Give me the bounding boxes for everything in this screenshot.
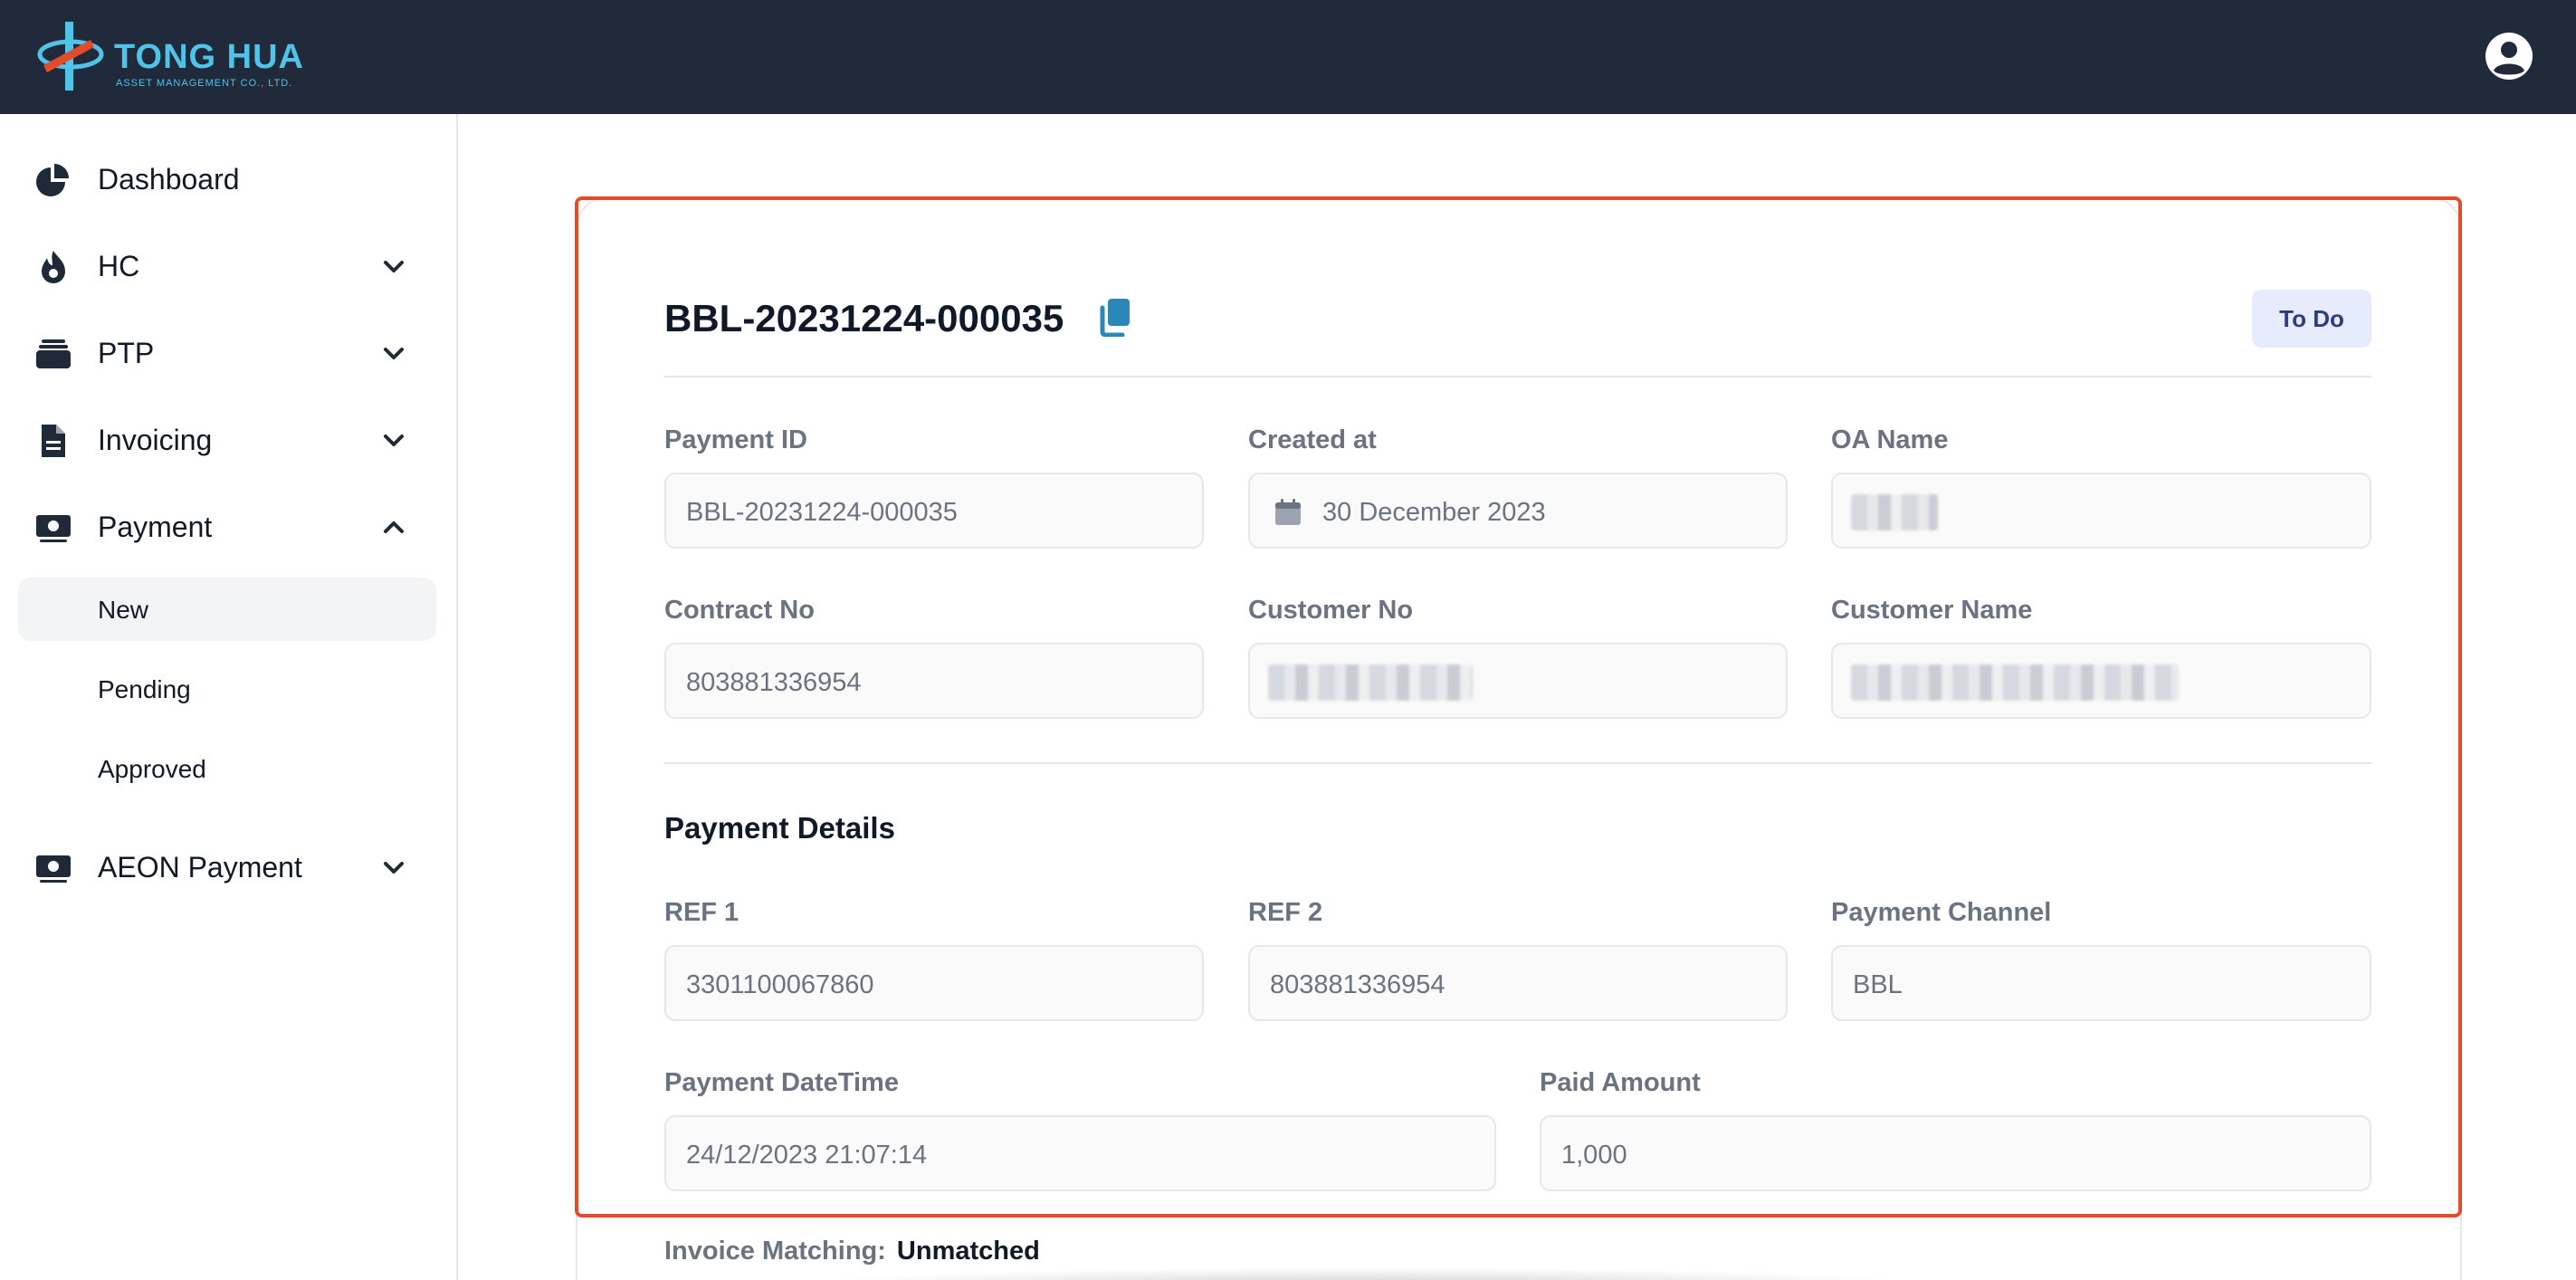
contract-no-label: Contract No: [664, 596, 815, 625]
sidebar-item-payment[interactable]: Payment: [18, 496, 436, 559]
copy-icon[interactable]: [1097, 297, 1133, 337]
status-badge: To Do: [2252, 290, 2371, 348]
payment-id-field[interactable]: BBL-20231224-000035: [664, 473, 1204, 549]
oa-name-label: OA Name: [1831, 425, 1949, 454]
created-at-label: Created at: [1248, 425, 1377, 454]
chevron-up-icon[interactable]: [380, 514, 407, 541]
chevron-down-icon[interactable]: [380, 340, 407, 368]
sidebar-subitem-approved[interactable]: Approved: [18, 737, 436, 800]
sidebar-item-label: Payment: [98, 511, 213, 543]
sidebar-subitem-new[interactable]: New: [18, 578, 436, 641]
sidebar-item-hc[interactable]: HC: [18, 235, 436, 299]
sidebar-item-label: Dashboard: [98, 163, 240, 196]
sidebar-subitem-label: Approved: [98, 755, 206, 783]
brand-tagline: ASSET MANAGEMENT CO., LTD.: [116, 78, 293, 89]
divider: [664, 376, 2371, 377]
payment-datetime-field[interactable]: 24/12/2023 21:07:14: [664, 1115, 1496, 1191]
contract-no-field[interactable]: 803881336954: [664, 643, 1204, 719]
sidebar-subitem-label: New: [98, 596, 149, 624]
chevron-down-icon[interactable]: [380, 855, 407, 882]
ref2-field[interactable]: 803881336954: [1248, 945, 1788, 1021]
created-at-value: 30 December 2023: [1322, 498, 1546, 527]
divider: [664, 762, 2371, 764]
payment-datetime-label: Payment DateTime: [664, 1068, 899, 1097]
sidebar: Dashboard HC PTP Invoicing Payment New P…: [0, 114, 458, 1280]
document-icon: [42, 425, 65, 457]
contract-no-value: 803881336954: [686, 668, 862, 697]
pie-chart-icon: [36, 164, 69, 196]
sidebar-item-aeon-payment[interactable]: AEON Payment: [18, 836, 436, 900]
paid-amount-label: Paid Amount: [1540, 1068, 1701, 1097]
fire-icon: [42, 251, 65, 283]
created-at-field[interactable]: 30 December 2023: [1248, 473, 1788, 549]
brand-name: TONG HUA: [114, 38, 304, 76]
sidebar-item-invoicing[interactable]: Invoicing: [18, 409, 436, 473]
oa-name-field[interactable]: [1831, 473, 2371, 549]
cash-icon: [36, 515, 71, 542]
sidebar-item-label: AEON Payment: [98, 851, 302, 884]
sidebar-item-label: HC: [98, 250, 140, 282]
invoice-matching-value: Unmatched: [896, 1237, 1040, 1266]
sidebar-item-label: Invoicing: [98, 424, 213, 456]
redacted-value: [1851, 664, 2179, 701]
sidebar-item-label: PTP: [98, 337, 155, 369]
top-bar: TONG HUA ASSET MANAGEMENT CO., LTD.: [0, 0, 2576, 114]
calendar-icon: [1275, 499, 1301, 525]
stack-icon: [36, 339, 71, 368]
paid-amount-value: 1,000: [1561, 1141, 1627, 1170]
sidebar-subitem-label: Pending: [98, 675, 191, 703]
chevron-down-icon[interactable]: [380, 253, 407, 281]
payment-channel-value: BBL: [1853, 970, 1903, 999]
sidebar-subitem-pending[interactable]: Pending: [18, 657, 436, 721]
ref1-field[interactable]: 3301100067860: [664, 945, 1204, 1021]
customer-no-field[interactable]: [1248, 643, 1788, 719]
user-circle-icon[interactable]: [2484, 31, 2534, 81]
company-logo[interactable]: TONG HUA ASSET MANAGEMENT CO., LTD.: [36, 18, 303, 96]
payment-id-label: Payment ID: [664, 425, 807, 454]
sidebar-item-dashboard[interactable]: Dashboard: [18, 148, 436, 212]
cash-icon: [36, 855, 71, 883]
customer-no-label: Customer No: [1248, 596, 1414, 625]
ref1-label: REF 1: [664, 898, 739, 927]
invoice-matching: Invoice Matching: Unmatched: [664, 1237, 1040, 1266]
invoice-matching-label: Invoice Matching:: [664, 1237, 886, 1266]
customer-name-label: Customer Name: [1831, 596, 2033, 625]
customer-name-field[interactable]: [1831, 643, 2371, 719]
payment-channel-label: Payment Channel: [1831, 898, 2052, 927]
page-title: BBL-20231224-000035: [664, 297, 1064, 339]
section-title: Payment Details: [664, 811, 895, 845]
redacted-value: [1851, 494, 1938, 530]
logo-mark-icon: [37, 22, 104, 91]
sidebar-item-ptp[interactable]: PTP: [18, 322, 436, 386]
paid-amount-field[interactable]: 1,000: [1540, 1115, 2371, 1191]
payment-channel-field[interactable]: BBL: [1831, 945, 2371, 1021]
ref2-label: REF 2: [1248, 898, 1323, 927]
redacted-value: [1268, 664, 1473, 701]
payment-id-value: BBL-20231224-000035: [686, 498, 958, 527]
ref1-value: 3301100067860: [686, 970, 874, 999]
chevron-down-icon[interactable]: [380, 427, 407, 454]
ref2-value: 803881336954: [1270, 970, 1445, 999]
payment-datetime-value: 24/12/2023 21:07:14: [686, 1141, 928, 1170]
